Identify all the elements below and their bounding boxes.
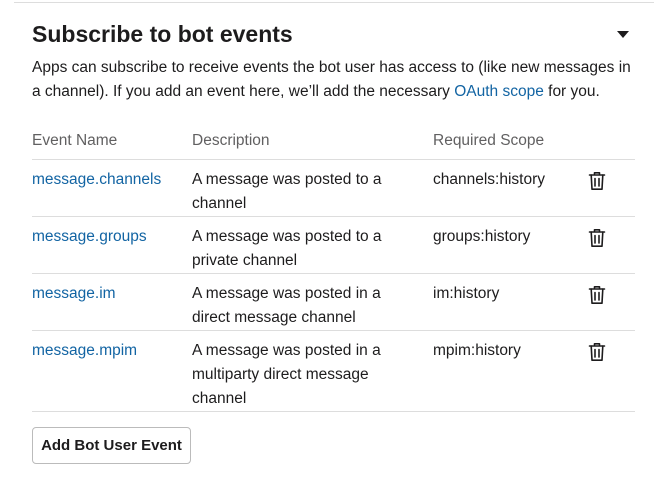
bot-events-section: Subscribe to bot events Apps can subscri… bbox=[0, 0, 669, 481]
event-description: A message was posted to a channel bbox=[192, 171, 382, 212]
intro-text-end: for you. bbox=[543, 83, 600, 100]
add-bot-user-event-button[interactable]: Add Bot User Event bbox=[32, 427, 191, 464]
table-header: Event Name Description Required Scope bbox=[32, 124, 635, 160]
event-scope: groups:history bbox=[433, 228, 531, 245]
table-row: message.channels A message was posted to… bbox=[32, 160, 635, 217]
trash-icon[interactable] bbox=[588, 342, 606, 362]
caret-down-icon bbox=[612, 26, 634, 42]
events-table: Event Name Description Required Scope me… bbox=[32, 124, 635, 412]
header-event-name: Event Name bbox=[32, 132, 118, 149]
section-divider bbox=[14, 2, 654, 3]
event-description: A message was posted in a multiparty dir… bbox=[192, 342, 381, 407]
trash-icon[interactable] bbox=[588, 228, 606, 248]
section-description: Apps can subscribe to receive events the… bbox=[32, 56, 642, 104]
event-scope: channels:history bbox=[433, 171, 546, 188]
event-name-link[interactable]: message.groups bbox=[32, 225, 147, 249]
event-scope: im:history bbox=[433, 285, 500, 302]
event-name-link[interactable]: message.im bbox=[32, 282, 116, 306]
header-required-scope: Required Scope bbox=[433, 132, 545, 149]
trash-icon[interactable] bbox=[588, 171, 606, 191]
event-description: A message was posted to a private channe… bbox=[192, 228, 382, 269]
table-row: message.mpim A message was posted in a m… bbox=[32, 331, 635, 412]
header-description: Description bbox=[192, 132, 270, 149]
table-row: message.im A message was posted in a dir… bbox=[32, 274, 635, 331]
event-scope: mpim:history bbox=[433, 342, 521, 359]
oauth-scope-link[interactable]: OAuth scope bbox=[454, 83, 544, 100]
event-name-link[interactable]: message.channels bbox=[32, 168, 161, 192]
table-row: message.groups A message was posted to a… bbox=[32, 217, 635, 274]
trash-icon[interactable] bbox=[588, 285, 606, 305]
collapse-toggle[interactable] bbox=[612, 26, 634, 42]
event-name-link[interactable]: message.mpim bbox=[32, 339, 137, 363]
section-title: Subscribe to bot events bbox=[32, 21, 293, 47]
event-description: A message was posted in a direct message… bbox=[192, 285, 381, 326]
